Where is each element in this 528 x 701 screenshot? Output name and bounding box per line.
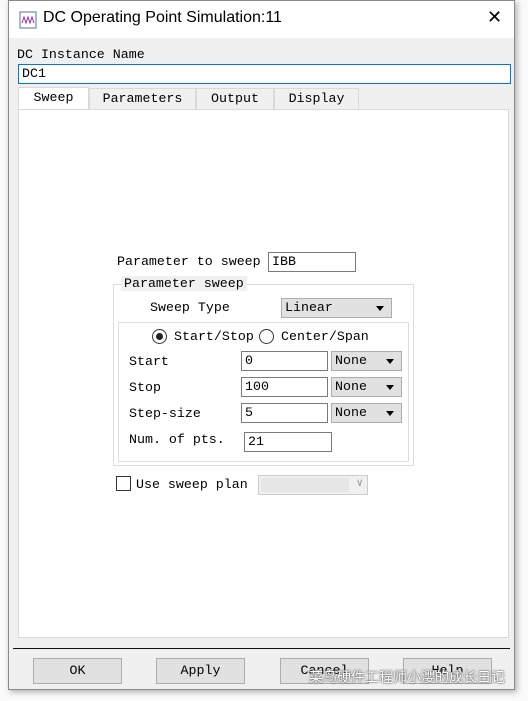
parameter-to-sweep-label: Parameter to sweep: [117, 254, 261, 269]
step-size-input[interactable]: 5: [241, 403, 328, 423]
chevron-down-icon: ∨: [356, 478, 363, 490]
stop-label: Stop: [129, 380, 161, 395]
radio-start-stop[interactable]: [152, 329, 167, 344]
stop-unit-dropdown[interactable]: None: [331, 377, 402, 397]
apply-button[interactable]: Apply: [156, 658, 245, 684]
start-label: Start: [129, 354, 169, 369]
use-sweep-plan-checkbox[interactable]: [116, 476, 131, 491]
step-size-unit-dropdown[interactable]: None: [331, 403, 402, 423]
sweep-type-dropdown[interactable]: Linear: [281, 298, 392, 318]
start-unit-dropdown[interactable]: None: [331, 351, 402, 371]
window-title: DC Operating Point Simulation:11: [43, 9, 282, 26]
start-input[interactable]: 0: [241, 351, 328, 371]
radio-center-span-label: Center/Span: [281, 329, 369, 344]
sweep-plan-dropdown: ∨: [258, 475, 368, 495]
tab-sweep[interactable]: Sweep: [18, 87, 89, 110]
tab-parameters[interactable]: Parameters: [89, 88, 196, 110]
watermark: 菜鸟硬件工程师小瀴的成长日记: [309, 670, 505, 686]
parameter-sweep-title: Parameter sweep: [121, 276, 247, 291]
instance-name-label: DC Instance Name: [17, 47, 145, 62]
radio-start-stop-label: Start/Stop: [174, 329, 254, 344]
step-size-label: Step-size: [129, 406, 201, 421]
sweep-type-label: Sweep Type: [150, 300, 230, 315]
tab-output[interactable]: Output: [196, 88, 274, 110]
stop-input[interactable]: 100: [241, 377, 328, 397]
instance-name-input[interactable]: DC1: [18, 64, 511, 84]
use-sweep-plan-label: Use sweep plan: [136, 477, 248, 492]
divider: [13, 648, 510, 649]
num-pts-input[interactable]: 21: [244, 432, 332, 452]
close-icon[interactable]: ✕: [487, 7, 502, 28]
tab-display[interactable]: Display: [274, 88, 359, 110]
title-bar: DC Operating Point Simulation:11 ✕: [9, 1, 514, 38]
parameter-to-sweep-input[interactable]: IBB: [268, 252, 356, 272]
radio-center-span[interactable]: [259, 329, 274, 344]
num-pts-label: Num. of pts.: [129, 432, 225, 447]
ok-button[interactable]: OK: [33, 658, 122, 684]
simulation-icon: [19, 11, 37, 29]
dialog: DC Operating Point Simulation:11 ✕ DC In…: [8, 0, 515, 690]
